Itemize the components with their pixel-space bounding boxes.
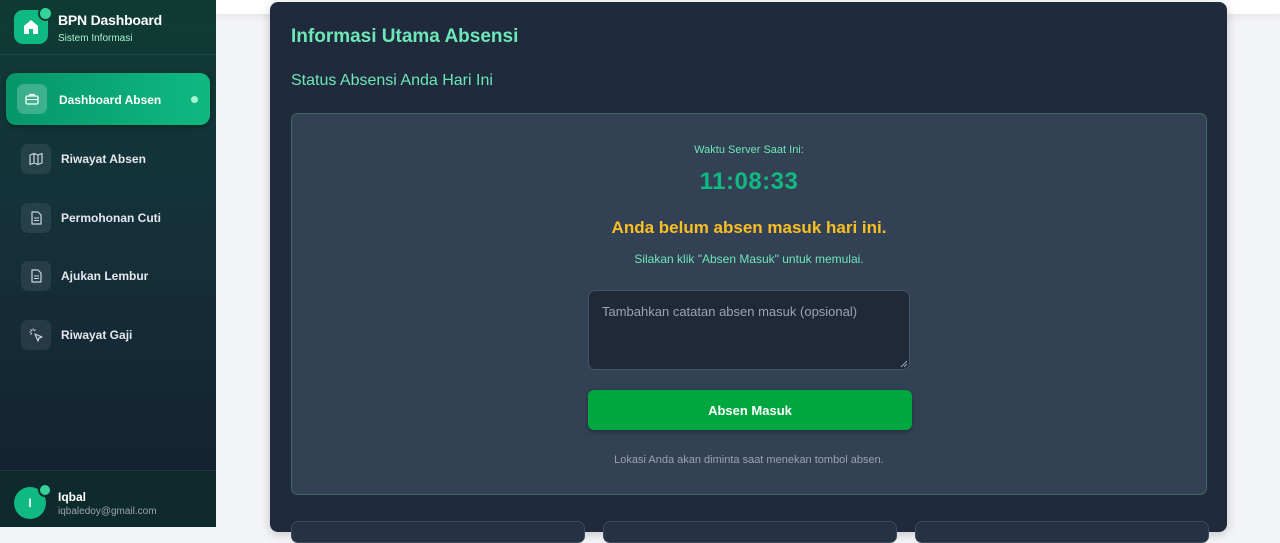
sidebar-item-permohonan-cuti[interactable]: Permohonan Cuti xyxy=(6,192,210,244)
resize-grip-icon[interactable] xyxy=(900,360,908,368)
summary-card xyxy=(291,521,585,543)
online-status-dot xyxy=(38,483,52,497)
brand-subtitle: Sistem Informasi xyxy=(58,33,133,44)
section-title: Status Absensi Anda Hari Ini xyxy=(291,72,493,89)
sidebar: BPN Dashboard Sistem Informasi Dashboard… xyxy=(0,0,216,527)
server-time-label: Waktu Server Saat Ini: xyxy=(694,144,804,156)
check-in-button[interactable]: Absen Masuk xyxy=(588,390,912,430)
server-time: 11:08:33 xyxy=(699,168,799,195)
brand[interactable]: BPN Dashboard Sistem Informasi xyxy=(0,0,216,55)
active-indicator xyxy=(191,96,198,103)
briefcase-icon xyxy=(17,84,47,114)
sidebar-item-ajukan-lembur[interactable]: Ajukan Lembur xyxy=(6,250,210,302)
user-email: iqbaledoy@gmail.com xyxy=(58,506,157,517)
sidebar-item-riwayat-gaji[interactable]: Riwayat Gaji xyxy=(6,309,210,361)
location-note: Lokasi Anda akan diminta saat menekan to… xyxy=(614,454,884,466)
summary-card xyxy=(915,521,1209,543)
summary-card xyxy=(603,521,897,543)
attendance-hint: Silakan klik "Absen Masuk" untuk memulai… xyxy=(634,252,864,266)
map-icon xyxy=(21,144,51,174)
sidebar-item-label: Permohonan Cuti xyxy=(61,211,162,225)
document-icon xyxy=(21,203,51,233)
sidebar-item-label: Riwayat Absen xyxy=(61,152,146,166)
document-icon xyxy=(21,261,51,291)
sidebar-item-label: Ajukan Lembur xyxy=(61,269,149,283)
main-panel: Informasi Utama Absensi Status Absensi A… xyxy=(270,2,1227,543)
user-name: Iqbal xyxy=(58,490,87,504)
user-profile[interactable]: I Iqbal iqbaledoy@gmail.com xyxy=(0,470,216,527)
check-in-note-input[interactable] xyxy=(588,290,910,370)
sidebar-item-label: Riwayat Gaji xyxy=(61,328,133,342)
attendance-status-card: Waktu Server Saat Ini: 11:08:33 Anda bel… xyxy=(291,113,1207,495)
sidebar-item-dashboard-absen[interactable]: Dashboard Absen xyxy=(6,73,210,125)
brand-status-dot xyxy=(38,6,53,21)
attendance-status: Anda belum absen masuk hari ini. xyxy=(611,218,887,237)
cursor-click-icon xyxy=(21,320,51,350)
sidebar-item-label: Dashboard Absen xyxy=(59,93,162,107)
brand-title: BPN Dashboard xyxy=(58,12,162,28)
page-title: Informasi Utama Absensi xyxy=(291,26,519,47)
sidebar-item-riwayat-absen[interactable]: Riwayat Absen xyxy=(6,133,210,185)
